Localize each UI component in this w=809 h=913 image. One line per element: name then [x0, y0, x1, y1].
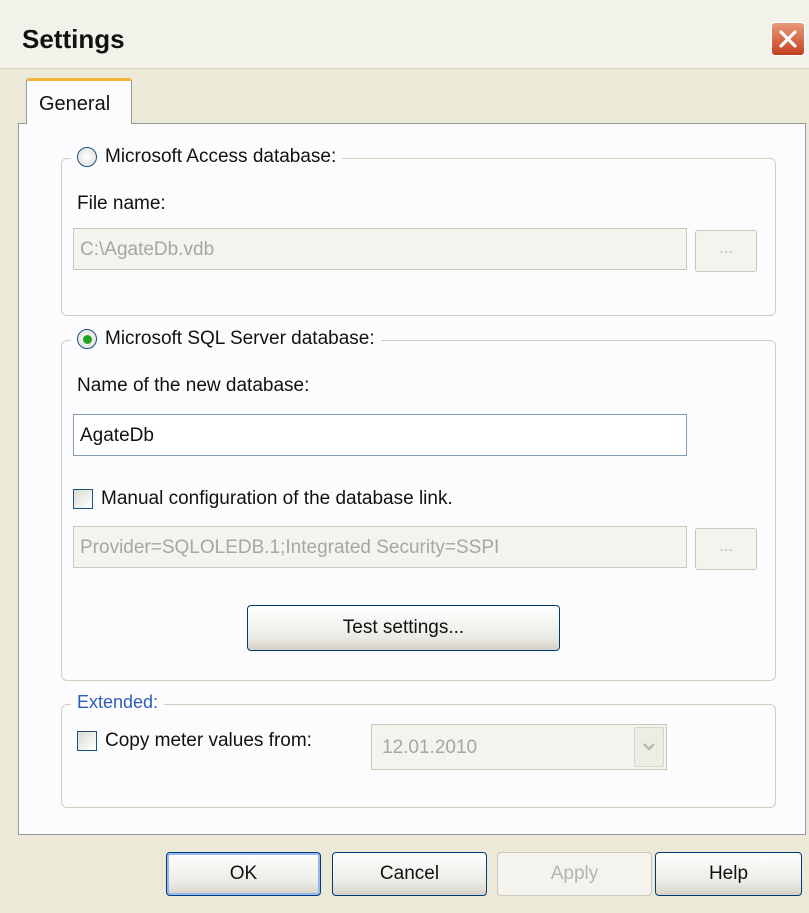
- access-option-label: Microsoft Access database:: [105, 146, 337, 167]
- file-name-label: File name:: [77, 193, 166, 214]
- sql-server-database-radio[interactable]: Microsoft SQL Server database:: [71, 328, 381, 350]
- db-name-label: Name of the new database:: [77, 375, 310, 396]
- help-button[interactable]: Help: [655, 852, 802, 896]
- connection-string-field[interactable]: Provider=SQLOLEDB.1;Integrated Security=…: [73, 526, 687, 568]
- db-name-field[interactable]: AgateDb: [73, 414, 687, 456]
- manual-config-label: Manual configuration of the database lin…: [101, 488, 453, 509]
- sql-option-label: Microsoft SQL Server database:: [105, 328, 375, 349]
- apply-button[interactable]: Apply: [497, 852, 652, 896]
- tab-panel-general: Microsoft Access database: File name: C:…: [18, 123, 806, 835]
- close-button[interactable]: [771, 22, 805, 56]
- tab-general-label: General: [39, 93, 111, 115]
- sql-browse-button[interactable]: ...: [695, 528, 757, 570]
- close-icon: [779, 30, 797, 48]
- radio-checked-icon: [77, 329, 97, 349]
- title-bar[interactable]: Settings: [0, 0, 809, 69]
- checkbox-unchecked-icon: [73, 489, 93, 509]
- access-browse-button[interactable]: ...: [695, 230, 757, 272]
- window-title: Settings: [22, 24, 125, 54]
- settings-dialog: Settings General Microsoft Access databa…: [0, 0, 809, 913]
- cancel-button[interactable]: Cancel: [332, 852, 487, 896]
- test-settings-button[interactable]: Test settings...: [247, 605, 560, 651]
- file-name-field[interactable]: C:\AgateDb.vdb: [73, 228, 687, 270]
- checkbox-unchecked-icon: [77, 731, 97, 751]
- copy-meter-label: Copy meter values from:: [105, 730, 312, 751]
- extended-group-label: Extended:: [71, 692, 165, 713]
- ok-button[interactable]: OK: [166, 852, 321, 896]
- tab-general[interactable]: General: [26, 78, 132, 124]
- radio-unchecked-icon: [77, 147, 97, 167]
- access-database-radio[interactable]: Microsoft Access database:: [71, 146, 343, 168]
- copy-date-dropdown[interactable]: 12.01.2010: [371, 724, 667, 770]
- copy-meter-checkbox[interactable]: Copy meter values from:: [77, 730, 312, 752]
- date-value: 12.01.2010: [382, 737, 478, 758]
- dropdown-arrow-button[interactable]: [634, 727, 664, 767]
- chevron-down-icon: [643, 743, 655, 751]
- manual-config-checkbox[interactable]: Manual configuration of the database lin…: [73, 488, 453, 510]
